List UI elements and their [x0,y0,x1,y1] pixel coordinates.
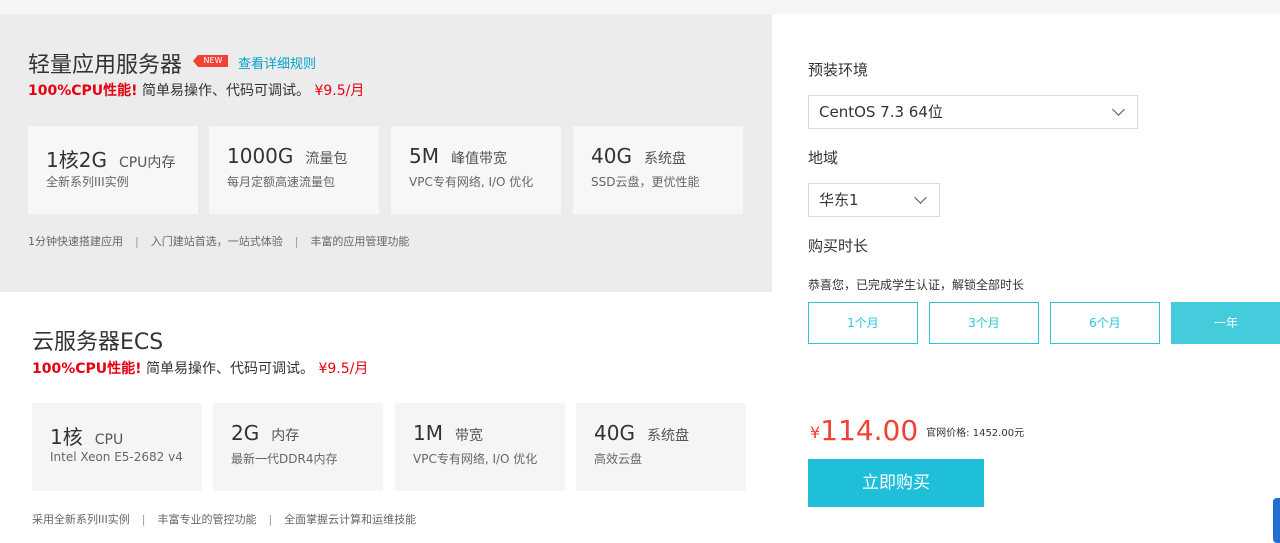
ecs-title: 云服务器ECS [32,330,164,355]
tagline-text: 简单易操作、代码可调试。 [142,83,310,99]
region-label: 地域 [808,149,839,167]
region-select-value: 华东1 [819,191,859,209]
duration-6-months-button[interactable]: 6个月 [1050,302,1160,344]
tagline-highlight: 100%CPU性能! [32,361,142,377]
spec-main: 1000G 流量包 [227,144,348,168]
env-select[interactable]: CentOS 7.3 64位 [808,95,1138,129]
lightweight-tagline: 100%CPU性能! 简单易操作、代码可调试。 ¥9.5/月 [28,80,364,100]
price-amount: 114.00 [820,414,919,447]
spec-sub: 全新系列III实例 [46,175,129,189]
tagline-text: 简单易操作、代码可调试。 [146,361,314,377]
region-select[interactable]: 华东1 [808,183,940,217]
currency-symbol: ¥ [810,423,821,442]
tagline-price: ¥9.5/月 [318,361,369,377]
lightweight-title: 轻量应用服务器 [28,53,183,78]
official-price: 官网价格: 1452.00元 [926,428,1025,439]
spec-sub: 每月定额高速流量包 [227,175,336,189]
duration-1-month-button[interactable]: 1个月 [808,302,918,344]
floating-side-tab[interactable] [1273,498,1280,543]
spec-sub: VPC专有网络, I/O 优化 [413,452,538,466]
spec-main: 2G 内存 [231,421,300,445]
spec-card: 2G 内存 最新一代DDR4内存 [213,403,383,491]
spec-sub: 高效云盘 [594,452,643,466]
duration-1-year-button[interactable]: 一年 [1171,302,1280,344]
top-strip [0,0,1280,14]
spec-sub: SSD云盘，更优性能 [591,175,700,189]
env-select-value: CentOS 7.3 64位 [819,103,943,121]
spec-main: 1核2G CPU内存 [46,148,176,172]
spec-card: 40G 系统盘 高效云盘 [576,403,746,491]
ecs-features: 采用全新系列III实例 | 丰富专业的管控功能 | 全面掌握云计算和运维技能 [32,513,417,526]
buy-now-button[interactable]: 立即购买 [808,459,984,507]
spec-main: 1M 带宽 [413,421,483,445]
tagline-price: ¥9.5/月 [314,83,365,99]
chevron-down-icon [914,191,927,204]
duration-label: 购买时长 [808,237,869,255]
view-rules-link[interactable]: 查看详细规则 [238,53,316,72]
chevron-down-icon [1112,103,1125,116]
spec-sub: Intel Xeon E5-2682 v4 [50,450,183,464]
spec-main: 40G 系统盘 [591,144,686,168]
spec-card: 5M 峰值带宽 VPC专有网络, I/O 优化 [391,126,561,214]
spec-card: 1000G 流量包 每月定额高速流量包 [209,126,379,214]
spec-main: 40G 系统盘 [594,421,689,445]
env-label: 预装环境 [808,61,869,79]
spec-sub: VPC专有网络, I/O 优化 [409,175,534,189]
spec-card: 1核 CPU Intel Xeon E5-2682 v4 [32,403,202,491]
student-notice: 恭喜您，已完成学生认证，解锁全部时长 [808,278,1025,292]
price-row: ¥114.00 官网价格: 1452.00元 [810,414,1024,447]
new-badge: NEW [193,55,228,67]
lightweight-features: 1分钟快速搭建应用 | 入门建站首选，一站式体验 | 丰富的应用管理功能 [28,235,410,248]
spec-main: 1核 CPU [50,425,124,449]
spec-main: 5M 峰值带宽 [409,144,507,168]
spec-sub: 最新一代DDR4内存 [231,452,338,466]
spec-card: 40G 系统盘 SSD云盘，更优性能 [573,126,743,214]
spec-card: 1M 带宽 VPC专有网络, I/O 优化 [395,403,565,491]
spec-card: 1核2G CPU内存 全新系列III实例 [28,126,198,214]
duration-3-months-button[interactable]: 3个月 [929,302,1039,344]
ecs-tagline: 100%CPU性能! 简单易操作、代码可调试。 ¥9.5/月 [32,358,368,378]
tagline-highlight: 100%CPU性能! [28,83,138,99]
